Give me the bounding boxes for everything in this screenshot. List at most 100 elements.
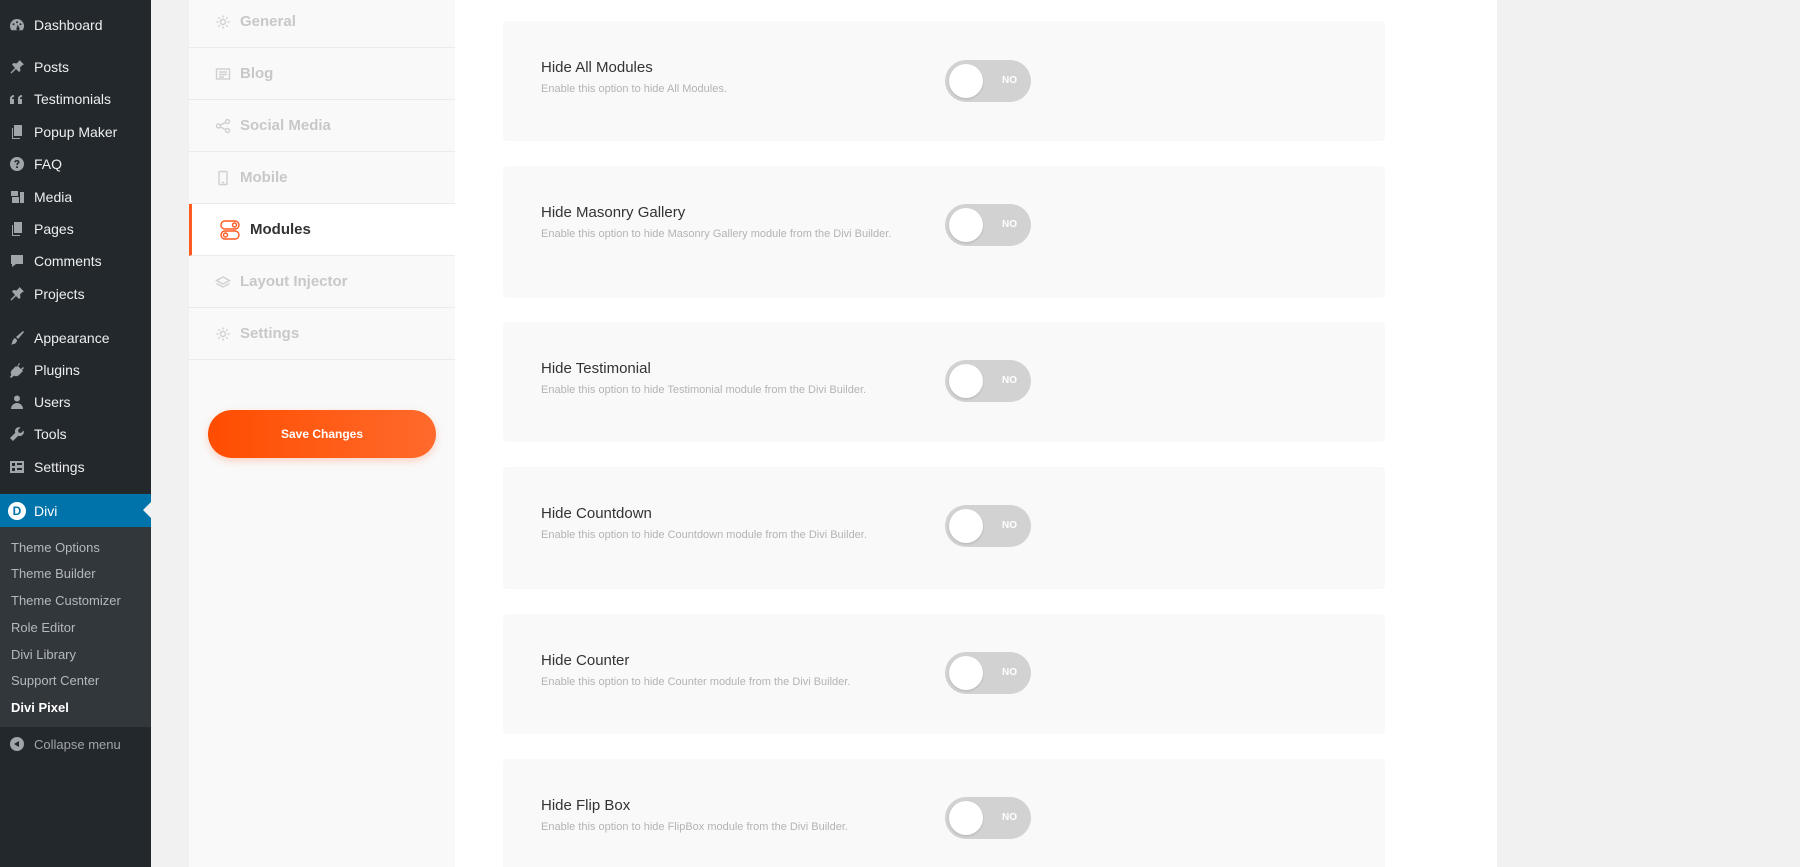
menu-item-appearance[interactable]: Appearance [0,322,151,354]
hide-flip-box-toggle[interactable]: NO [945,797,1031,839]
toggle-state-label: NO [1002,520,1017,531]
hide-testimonial-toggle[interactable]: NO [945,360,1031,402]
nav-tab-label: Modules [250,221,311,238]
menu-item-label: Projects [34,286,85,302]
menu-item-users[interactable]: Users [0,386,151,418]
hide-all-modules-toggle[interactable]: NO [945,60,1031,102]
nav-tab-label: Blog [240,65,274,82]
pages-icon [0,124,34,140]
divi-badge: D [8,501,26,520]
nav-tab-label: Mobile [240,169,288,186]
toggle-state-label: NO [1002,219,1017,230]
submenu-divi-pixel[interactable]: Divi Pixel [11,696,69,718]
nav-tab-label: General [240,13,296,30]
submenu-role-editor[interactable]: Role Editor [11,616,75,638]
option-card-hide-masonry-gallery: Hide Masonry Gallery Enable this option … [503,166,1385,298]
gear-icon [216,327,230,340]
submenu-divi-library[interactable]: Divi Library [11,643,76,665]
submenu-theme-customizer[interactable]: Theme Customizer [11,589,121,611]
collapse-menu-label: Collapse menu [34,736,121,752]
nav-tab-mobile[interactable]: Mobile [189,152,455,204]
nav-tab-general[interactable]: General [189,0,455,48]
question-icon [0,156,34,172]
menu-item-label: Plugins [34,362,80,378]
toggle-knob [949,64,983,98]
menu-item-popup-maker[interactable]: Popup Maker [0,116,151,148]
option-description: Enable this option to hide Countdown mod… [541,529,867,541]
dashboard-icon [0,17,34,33]
nav-tab-label: Layout Injector [240,273,348,290]
menu-item-media[interactable]: Media [0,181,151,213]
hide-countdown-toggle[interactable]: NO [945,505,1031,547]
menu-item-label: Popup Maker [34,124,118,140]
menu-item-dashboard[interactable]: Dashboard [0,9,151,41]
menu-item-posts[interactable]: Posts [0,51,151,83]
option-card-hide-all-modules: Hide All Modules Enable this option to h… [503,21,1385,141]
menu-item-label: FAQ [34,156,63,172]
submenu-theme-options[interactable]: Theme Options [11,536,100,558]
menu-item-pages[interactable]: Pages [0,213,151,245]
menu-item-label: Users [34,394,71,410]
toggle-state-label: NO [1002,375,1017,386]
nav-tab-label: Settings [240,325,300,342]
nav-tab-label: Social Media [240,117,331,134]
option-title: Hide Masonry Gallery [541,204,686,221]
modules-icon [220,219,240,240]
mobile-icon [218,170,228,185]
menu-item-plugins[interactable]: Plugins [0,354,151,386]
nav-tab-settings[interactable]: Settings [189,308,455,360]
gear-icon [216,15,230,28]
blog-icon [215,67,231,80]
plugin-nav: General Blog Social Media Mobile Modules… [189,0,455,867]
option-description: Enable this option to hide Testimonial m… [541,384,867,396]
comment-icon [0,253,34,269]
brush-icon [0,330,34,346]
hide-counter-toggle[interactable]: NO [945,652,1031,694]
user-icon [0,394,34,410]
menu-item-testimonials[interactable]: Testimonials [0,83,151,115]
menu-item-settings[interactable]: Settings [0,451,151,483]
option-title: Hide Countdown [541,505,652,522]
menu-item-label: Comments [34,253,102,269]
option-card-hide-testimonial: Hide Testimonial Enable this option to h… [503,322,1385,442]
toggle-knob [949,364,983,398]
option-description: Enable this option to hide FlipBox modul… [541,821,848,833]
nav-tab-social-media[interactable]: Social Media [189,100,455,152]
toggle-knob [949,801,983,835]
submenu-theme-builder[interactable]: Theme Builder [11,562,96,584]
quote-icon [0,91,34,107]
plug-icon [0,362,34,378]
hide-masonry-gallery-toggle[interactable]: NO [945,204,1031,246]
option-title: Hide Flip Box [541,797,631,814]
collapse-menu-button[interactable]: Collapse menu [0,728,151,760]
toggle-knob [949,208,983,242]
nav-tab-layout-injector[interactable]: Layout Injector [189,256,455,308]
admin-sidebar: Dashboard Posts Testimonials Popup Maker… [0,0,151,867]
option-card-hide-countdown: Hide Countdown Enable this option to hid… [503,467,1385,589]
menu-item-label: Dashboard [34,17,103,33]
toggle-knob [949,509,983,543]
toggle-knob [949,656,983,690]
menu-item-label: Appearance [34,330,110,346]
menu-item-tools[interactable]: Tools [0,418,151,450]
menu-item-faq[interactable]: FAQ [0,148,151,180]
submenu-support-center[interactable]: Support Center [11,669,99,691]
wrench-icon [0,426,34,442]
menu-item-comments[interactable]: Comments [0,245,151,277]
modules-options-list: Hide All Modules Enable this option to h… [455,0,1497,867]
menu-item-projects[interactable]: Projects [0,278,151,310]
save-changes-button[interactable]: Save Changes [208,410,436,458]
divi-submenu: Theme Options Theme Builder Theme Custom… [0,527,151,727]
menu-item-label: Posts [34,59,70,75]
menu-item-divi[interactable]: D Divi [0,494,151,527]
menu-item-label: Pages [34,221,74,237]
option-description: Enable this option to hide Masonry Galle… [541,228,892,240]
menu-item-label: Settings [34,459,85,475]
toggle-state-label: NO [1002,812,1017,823]
pin-icon [0,59,34,75]
nav-tab-blog[interactable]: Blog [189,48,455,100]
nav-tab-modules[interactable]: Modules [189,204,455,256]
share-icon [215,118,231,133]
toggle-state-label: NO [1002,75,1017,86]
option-card-hide-counter: Hide Counter Enable this option to hide … [503,614,1385,734]
